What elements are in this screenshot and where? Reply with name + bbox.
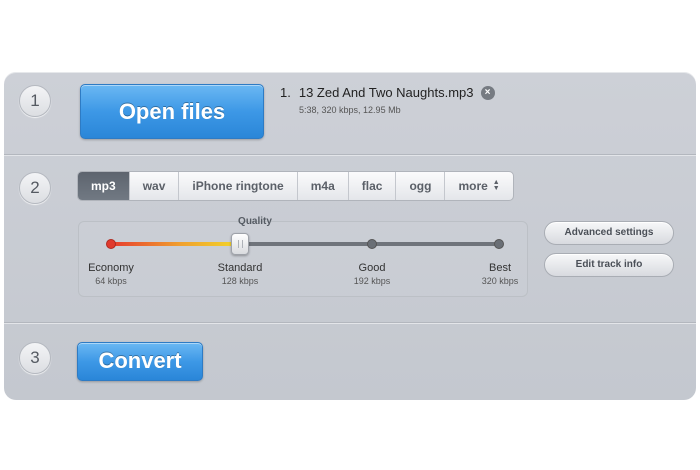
file-meta: 5:38, 320 kbps, 12.95 Mb: [299, 105, 401, 115]
step-1-badge: 1: [19, 85, 51, 117]
tab-iphone-ringtone[interactable]: iPhone ringtone: [179, 172, 298, 200]
quality-label-good: Good 192 kbps: [353, 262, 391, 286]
quality-label-economy: Economy 64 kbps: [88, 262, 134, 286]
tab-more[interactable]: more ▲ ▼: [445, 172, 512, 200]
updown-arrows-icon: ▲ ▼: [492, 179, 500, 192]
quality-stop-good[interactable]: [367, 239, 377, 249]
file-index: 1.: [280, 85, 291, 100]
quality-label-standard: Standard 128 kbps: [217, 262, 263, 286]
tab-m4a[interactable]: m4a: [298, 172, 349, 200]
edit-track-info-button[interactable]: Edit track info: [544, 253, 674, 277]
file-name-row: 1. 13 Zed And Two Naughts.mp3 ×: [280, 85, 495, 100]
tab-wav[interactable]: wav: [130, 172, 180, 200]
step-3-badge: 3: [19, 342, 51, 374]
quality-slider-thumb[interactable]: [231, 233, 249, 255]
close-circle-icon[interactable]: ×: [480, 85, 495, 100]
quality-stop-economy[interactable]: [106, 239, 116, 249]
tab-mp3[interactable]: mp3: [78, 172, 130, 200]
converter-panel: 1 Open files 1. 13 Zed And Two Naughts.m…: [4, 72, 696, 400]
tab-flac[interactable]: flac: [349, 172, 397, 200]
open-files-button[interactable]: Open files: [80, 84, 264, 139]
tab-ogg[interactable]: ogg: [396, 172, 446, 200]
step-2-badge: 2: [19, 172, 51, 204]
divider: [4, 154, 696, 156]
quality-track-filled: [110, 242, 240, 246]
file-entry: 1. 13 Zed And Two Naughts.mp3 × 5:38, 32…: [280, 85, 495, 115]
divider: [4, 322, 696, 324]
quality-stop-best[interactable]: [494, 239, 504, 249]
tab-more-label: more: [458, 179, 488, 193]
quality-label-best: Best 320 kbps: [481, 262, 519, 286]
convert-button[interactable]: Convert: [77, 342, 203, 381]
file-name: 13 Zed And Two Naughts.mp3: [298, 85, 474, 100]
quality-title: Quality: [238, 216, 272, 227]
quality-selector: Economy 64 kbps Standard 128 kbps Good 1…: [78, 221, 528, 297]
advanced-settings-button[interactable]: Advanced settings: [544, 221, 674, 245]
format-tabs: mp3 wav iPhone ringtone m4a flac ogg mor…: [77, 171, 514, 201]
